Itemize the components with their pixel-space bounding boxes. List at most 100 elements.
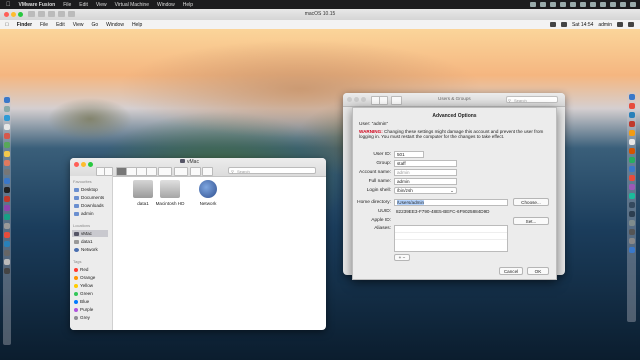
dock-app-icon[interactable] [4, 124, 10, 130]
dock-app-icon[interactable] [628, 103, 635, 109]
guest-user[interactable]: admin [598, 22, 612, 28]
dock-app-icon[interactable] [628, 112, 635, 118]
guest-menu-help[interactable]: Help [132, 22, 142, 28]
sidebar-item-downloads[interactable]: Downloads [74, 202, 104, 209]
host-menu-virtual-machine[interactable]: Virtual Machine [115, 2, 149, 8]
home-directory-field[interactable]: /Users/admin [394, 199, 508, 206]
dock-app-icon[interactable] [628, 229, 635, 235]
host-app-name[interactable]: VMware Fusion [19, 2, 56, 8]
tag-button[interactable] [202, 167, 213, 176]
aliases-list[interactable] [394, 225, 508, 252]
sidebar-tag-green[interactable]: Green [74, 290, 93, 297]
sidebar-item-network[interactable]: Network [74, 246, 98, 253]
sidebar-item-documents[interactable]: Documents [74, 194, 104, 201]
user-id-field[interactable]: 501 [394, 151, 424, 158]
volume-icon[interactable] [560, 22, 567, 27]
guest-menu-go[interactable]: Go [91, 22, 98, 28]
login-shell-select[interactable]: /bin/zsh ⌄ [394, 187, 457, 194]
status-icon[interactable] [540, 2, 546, 7]
finder-window[interactable]: vMac ⚲ Search Favourites Desktop Documen… [70, 158, 326, 330]
apple-icon[interactable]:  [5, 22, 9, 28]
action-gear-button[interactable] [174, 167, 188, 176]
account-name-field[interactable]: admin [394, 169, 457, 176]
sidebar-tag-orange[interactable]: Orange [74, 274, 95, 281]
guest-menu-window[interactable]: Window [106, 22, 124, 28]
guest-menu-view[interactable]: View [73, 22, 84, 28]
file-item-network[interactable]: Network [188, 180, 228, 206]
host-menu-edit[interactable]: Edit [79, 2, 88, 8]
cancel-button[interactable]: Cancel [499, 267, 523, 275]
minimize-icon[interactable] [81, 162, 86, 167]
zoom-icon[interactable] [88, 162, 93, 167]
control-center-icon[interactable] [630, 2, 636, 7]
dock-app-icon[interactable] [628, 148, 635, 154]
ok-button[interactable]: OK [527, 267, 549, 275]
guest-clock[interactable]: Sat 14:54 [572, 22, 593, 28]
host-menu-help[interactable]: Help [183, 2, 193, 8]
list-icon[interactable] [628, 22, 634, 27]
host-menu-file[interactable]: File [63, 2, 71, 8]
dock-app-icon[interactable] [628, 247, 635, 253]
show-all-icon[interactable] [391, 96, 402, 105]
airplay-icon[interactable] [549, 22, 556, 27]
host-menu-window[interactable]: Window [157, 2, 175, 8]
dock-app-icon[interactable] [4, 232, 10, 238]
status-icon[interactable] [560, 2, 566, 7]
dock-app-icon[interactable] [4, 223, 10, 229]
close-icon[interactable] [74, 162, 79, 167]
choose-button[interactable]: Choose... [513, 198, 549, 206]
sidebar-tag-yellow[interactable]: Yellow [74, 282, 93, 289]
dock-app-icon[interactable] [628, 184, 635, 190]
dock-app-icon[interactable] [628, 175, 635, 181]
wifi-icon[interactable] [600, 2, 606, 7]
dock-app-icon[interactable] [628, 94, 635, 100]
dock-app-icon[interactable] [628, 130, 635, 136]
search-icon[interactable] [617, 22, 623, 27]
status-icon[interactable] [590, 2, 596, 7]
dock-app-icon[interactable] [4, 259, 10, 265]
gallery-view-button[interactable] [146, 167, 157, 176]
status-icon[interactable] [530, 2, 536, 7]
status-icon[interactable] [550, 2, 556, 7]
sidebar-tag-blue[interactable]: Blue [74, 298, 89, 305]
dock-app-icon[interactable] [628, 139, 635, 145]
dock-app-icon[interactable] [4, 133, 10, 139]
dock-app-icon[interactable] [4, 178, 10, 184]
search-icon[interactable] [620, 2, 626, 7]
dock-app-icon[interactable] [4, 142, 10, 148]
dock-app-icon[interactable] [628, 193, 635, 199]
zoom-icon[interactable] [361, 97, 366, 102]
dock-app-icon[interactable] [628, 166, 635, 172]
status-icon[interactable] [570, 2, 576, 7]
sidebar-item-data1[interactable]: data1 [74, 238, 93, 245]
dock-app-icon[interactable] [4, 97, 10, 103]
sidebar-tag-red[interactable]: Red [74, 266, 88, 273]
trash-icon[interactable] [4, 268, 10, 274]
dock-app-icon[interactable] [4, 160, 10, 166]
group-field[interactable]: staff [394, 160, 457, 167]
dock-app-icon[interactable] [4, 214, 10, 220]
status-icon[interactable] [580, 2, 586, 7]
dock-app-icon[interactable] [4, 169, 10, 175]
dock-app-icon[interactable] [4, 115, 10, 121]
minimize-icon[interactable] [354, 97, 359, 102]
set-apple-id-button[interactable]: Set... [513, 217, 549, 225]
full-name-field[interactable]: admin [394, 178, 457, 185]
guest-app-name[interactable]: Finder [17, 22, 32, 28]
dock-app-icon[interactable] [4, 196, 10, 202]
dock-app-icon[interactable] [4, 205, 10, 211]
users-groups-search-input[interactable]: ⚲ Search [506, 96, 558, 103]
share-button[interactable] [190, 167, 201, 176]
guest-menu-edit[interactable]: Edit [56, 22, 65, 28]
battery-icon[interactable] [610, 2, 616, 7]
host-menu-view[interactable]: View [96, 2, 107, 8]
dock-app-icon[interactable] [4, 106, 10, 112]
dock-app-icon[interactable] [4, 241, 10, 247]
dock-app-icon[interactable] [628, 220, 635, 226]
file-item-macintosh-hd[interactable]: Macintosh HD [150, 180, 190, 206]
sidebar-tag-grey[interactable]: Grey [74, 314, 90, 321]
dock-app-icon[interactable] [628, 238, 635, 244]
forward-button[interactable] [379, 96, 388, 105]
dock-app-icon[interactable] [628, 121, 635, 127]
dock-app-icon[interactable] [628, 211, 635, 217]
